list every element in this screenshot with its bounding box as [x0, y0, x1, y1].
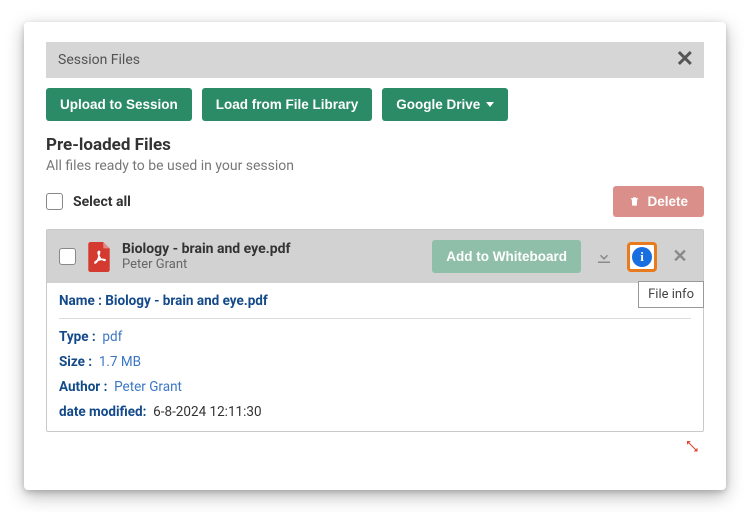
info-icon: i [632, 247, 652, 267]
file-details: Name : Biology - brain and eye.pdf Type … [47, 283, 703, 431]
close-icon[interactable]: ✕ [676, 49, 694, 71]
detail-size: Size : 1.7 MB [59, 354, 691, 370]
add-to-whiteboard-button[interactable]: Add to Whiteboard [432, 240, 581, 273]
delete-button[interactable]: Delete [613, 186, 704, 217]
add-to-whiteboard-label: Add to Whiteboard [446, 249, 567, 264]
google-drive-label: Google Drive [396, 97, 480, 112]
delete-label: Delete [647, 194, 688, 209]
remove-file-button[interactable]: ✕ [667, 244, 693, 270]
file-info-tooltip: File info [638, 281, 704, 308]
type-value: pdf [102, 329, 122, 345]
session-files-dialog: Session Files ✕ Upload to Session Load f… [24, 22, 726, 490]
dialog-header: Session Files ✕ [46, 42, 704, 78]
modified-label: date modified: [59, 404, 146, 420]
file-info-button[interactable]: i File info [627, 242, 657, 272]
resize-handle[interactable] [46, 432, 704, 460]
section-subtitle: All files ready to be used in your sessi… [46, 158, 704, 174]
file-item: Biology - brain and eye.pdf Peter Grant … [46, 229, 704, 432]
close-icon: ✕ [672, 246, 687, 267]
detail-name: Name : Biology - brain and eye.pdf [59, 293, 691, 309]
name-value: Biology - brain and eye.pdf [105, 293, 267, 309]
type-label: Type : [59, 329, 96, 345]
detail-author: Author : Peter Grant [59, 379, 691, 395]
download-icon [595, 248, 613, 266]
file-name: Biology - brain and eye.pdf [122, 241, 291, 257]
upload-to-session-button[interactable]: Upload to Session [46, 88, 192, 121]
resize-diagonal-icon [684, 438, 702, 456]
pdf-icon [86, 242, 112, 272]
download-button[interactable] [591, 244, 617, 270]
detail-type: Type : pdf [59, 329, 691, 345]
toolbar: Upload to Session Load from File Library… [46, 78, 704, 135]
file-checkbox[interactable] [59, 248, 76, 265]
name-label: Name : [59, 293, 102, 309]
size-value: 1.7 MB [99, 354, 141, 370]
dialog-title: Session Files [58, 52, 140, 68]
modified-value: 6-8-2024 12:11:30 [153, 404, 261, 420]
google-drive-button[interactable]: Google Drive [382, 88, 508, 121]
select-all-checkbox[interactable] [46, 193, 63, 210]
chevron-down-icon [486, 102, 494, 107]
select-all[interactable]: Select all [46, 193, 131, 210]
section-title: Pre-loaded Files [46, 135, 704, 155]
load-library-label: Load from File Library [216, 97, 359, 112]
detail-modified: date modified: 6-8-2024 12:11:30 [59, 404, 691, 420]
size-label: Size : [59, 354, 92, 370]
author-value: Peter Grant [114, 379, 182, 395]
load-from-library-button[interactable]: Load from File Library [202, 88, 373, 121]
divider [59, 318, 691, 319]
file-author: Peter Grant [122, 257, 291, 272]
select-all-label: Select all [73, 194, 131, 210]
select-row: Select all Delete [46, 186, 704, 217]
author-label: Author : [59, 379, 107, 395]
section-header: Pre-loaded Files All files ready to be u… [46, 135, 704, 174]
trash-icon [629, 195, 640, 208]
file-item-header: Biology - brain and eye.pdf Peter Grant … [47, 230, 703, 283]
file-titles: Biology - brain and eye.pdf Peter Grant [122, 241, 291, 272]
upload-label: Upload to Session [60, 97, 178, 112]
